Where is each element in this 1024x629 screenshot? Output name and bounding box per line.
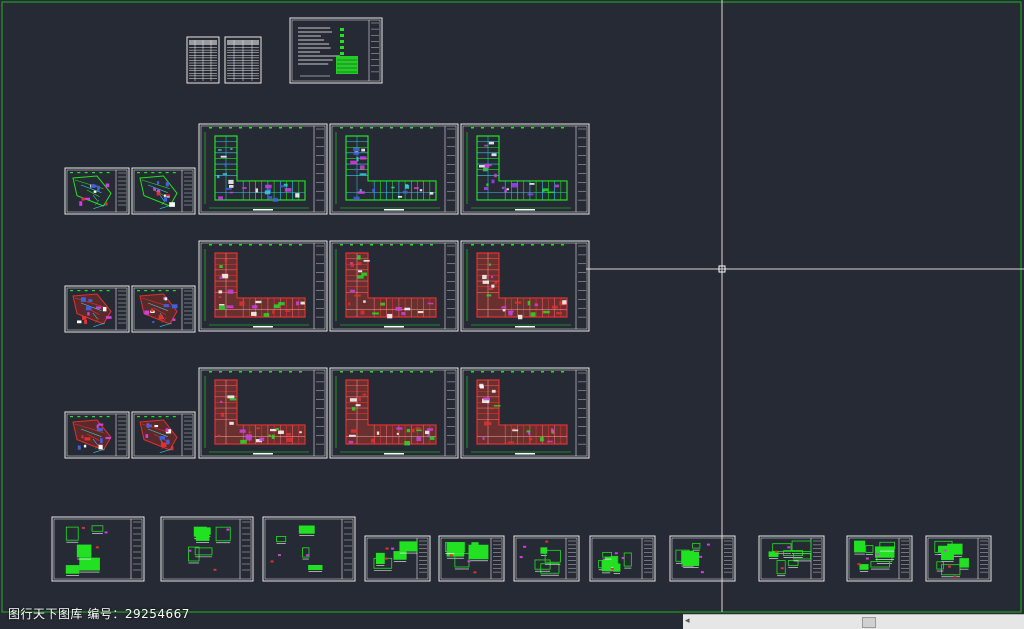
scroll-left-arrow-icon[interactable]: ◂ [685,616,690,626]
watermark-text: 图行天下图库 编号：29254667 [8,607,190,621]
horizontal-scrollbar[interactable]: ◂ [683,614,1024,629]
scrollbar-thumb[interactable] [862,617,876,628]
cad-model-space[interactable] [0,0,1024,628]
